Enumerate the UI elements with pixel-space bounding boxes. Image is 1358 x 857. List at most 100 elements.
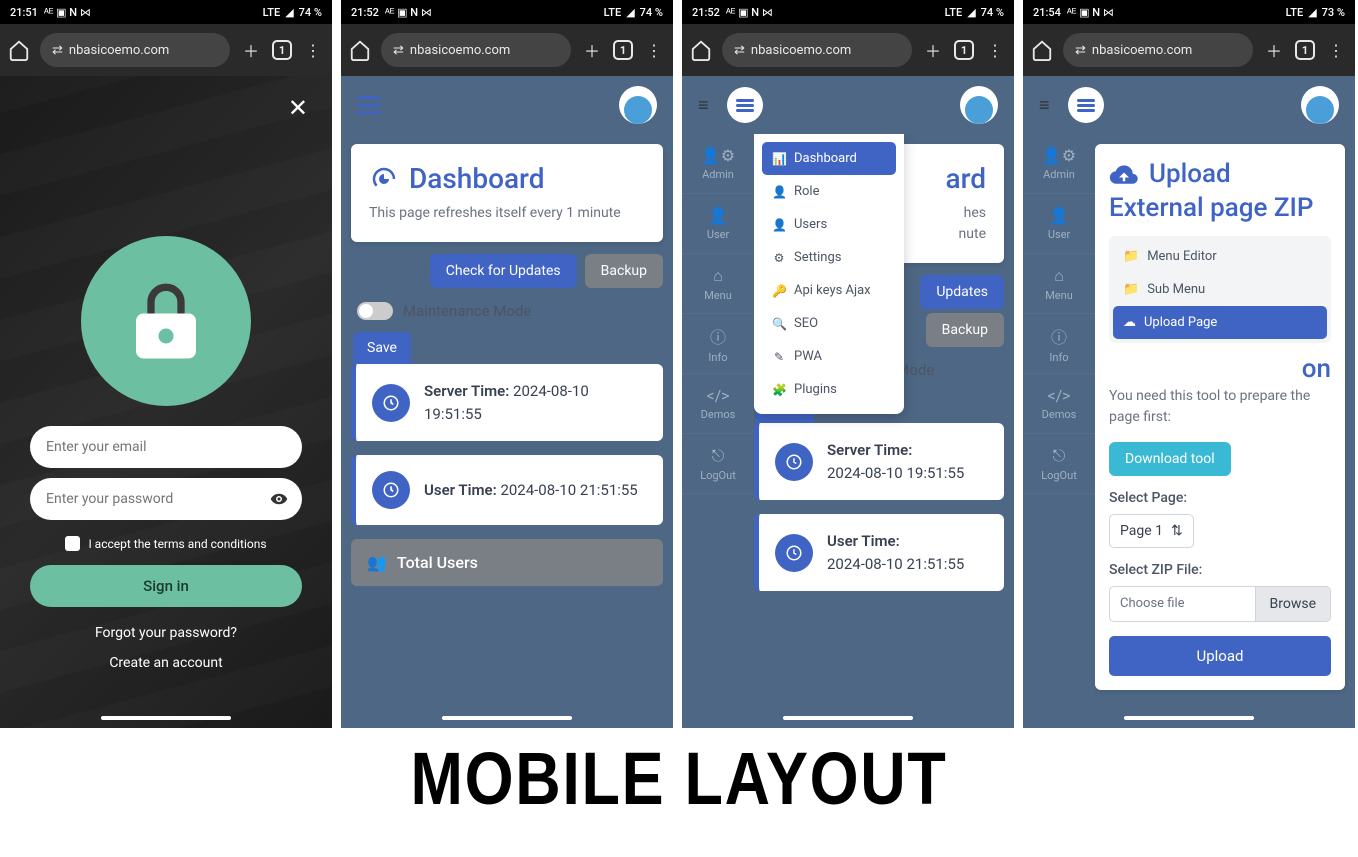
submenu-upload-page[interactable]: ☁Upload Page (1113, 306, 1327, 339)
terms-label: I accept the terms and conditions (88, 537, 266, 551)
home-icon[interactable] (8, 39, 30, 61)
lock-icon: ⇄ (52, 43, 63, 58)
avatar[interactable] (1301, 86, 1339, 124)
new-tab-icon[interactable]: ＋ (581, 39, 603, 61)
dropdown-users[interactable]: 👤Users (762, 208, 896, 241)
upload-button[interactable]: Upload (1109, 636, 1331, 676)
user-time-value: 2024-08-10 21:51:55 (500, 481, 637, 499)
user-icon: 👤 (772, 185, 786, 199)
dropdown-seo[interactable]: 🔍SEO (762, 307, 896, 340)
status-icons: ᴬᴱ ▣ N ⋈ (385, 6, 432, 19)
new-tab-icon[interactable]: ＋ (922, 39, 944, 61)
select-page-label: Select Page: (1109, 490, 1331, 506)
url-text: nbasicoemo.com (1092, 43, 1192, 58)
hamburger-icon[interactable] (357, 96, 381, 114)
email-field[interactable] (30, 426, 302, 468)
home-icon[interactable] (690, 39, 712, 61)
backup-button[interactable]: Backup (926, 313, 1004, 347)
save-button[interactable]: Save (353, 332, 411, 364)
dropdown-dashboard[interactable]: 📊Dashboard (762, 142, 896, 175)
clock-icon (775, 443, 813, 481)
home-icon: ⌂ (1054, 266, 1064, 286)
sidebar-item-demos[interactable]: </>Demos (682, 374, 754, 434)
sidebar-item-logout[interactable]: ⎋LogOut (682, 434, 754, 494)
hamburger-circle[interactable] (1068, 87, 1104, 123)
status-icons: ᴬᴱ ▣ N ⋈ (1067, 6, 1114, 19)
dashboard-desc: This page refreshes itself every 1 minut… (369, 203, 645, 224)
sidebar-item-menu[interactable]: ⌂Menu (682, 254, 754, 314)
hamburger-circle[interactable] (727, 87, 763, 123)
users-icon: 👥 (367, 553, 387, 572)
avatar[interactable] (619, 86, 657, 124)
menu-dropdown: 📁Menu Editor 📁Sub Menu ☁Upload Page (1109, 236, 1331, 343)
url-bar[interactable]: ⇄nbasicoemo.com (381, 33, 571, 67)
file-input[interactable]: Choose file (1109, 586, 1256, 622)
tabs-icon[interactable]: 1 (613, 40, 633, 60)
home-icon[interactable] (349, 39, 371, 61)
check-updates-button[interactable]: Check for Updates (430, 254, 577, 288)
image-caption: MOBILE LAYOUT (102, 736, 1256, 821)
page-select[interactable]: Page 1 ⇅ (1109, 514, 1194, 548)
status-icons: ᴬᴱ ▣ N ⋈ (44, 6, 91, 19)
dropdown-settings[interactable]: ⚙Settings (762, 241, 896, 274)
submenu-sub-menu[interactable]: 📁Sub Menu (1113, 273, 1327, 306)
admin-icon: 👤⚙ (701, 146, 735, 165)
url-bar[interactable]: ⇄nbasicoemo.com (722, 33, 912, 67)
menu-dots-icon[interactable]: ⋮ (302, 39, 324, 61)
download-tool-button[interactable]: Download tool (1109, 442, 1231, 476)
dropdown-apikeys[interactable]: 🔑Api keys Ajax (762, 274, 896, 307)
list-icon[interactable]: ≡ (698, 95, 709, 116)
logout-icon: ⎋ (712, 446, 725, 466)
check-updates-button[interactable]: Updates (920, 275, 1004, 309)
terms-checkbox[interactable] (65, 536, 80, 551)
status-time: 21:52 (692, 6, 720, 19)
forgot-link[interactable]: Forgot your password? (95, 625, 237, 641)
backup-button[interactable]: Backup (585, 254, 663, 288)
total-users-card: 👥 Total Users (351, 539, 663, 586)
upload-desc: You need this tool to prepare the page f… (1109, 386, 1331, 428)
sidebar-item-logout[interactable]: ⎋LogOut (1023, 434, 1095, 494)
eye-icon[interactable] (270, 490, 288, 508)
menu-dots-icon[interactable]: ⋮ (1325, 39, 1347, 61)
dropdown-plugins[interactable]: 🧩Plugins (762, 373, 896, 406)
home-icon[interactable] (1031, 39, 1053, 61)
logout-icon: ⎋ (1053, 446, 1066, 466)
sidebar-item-menu[interactable]: ⌂Menu (1023, 254, 1095, 314)
new-tab-icon[interactable]: ＋ (1263, 39, 1285, 61)
new-tab-icon[interactable]: ＋ (240, 39, 262, 61)
folder-icon: 📁 (1123, 249, 1139, 264)
dropdown-role[interactable]: 👤Role (762, 175, 896, 208)
user-icon: 👤 (708, 206, 728, 225)
url-bar[interactable]: ⇄ nbasicoemo.com (40, 33, 230, 67)
browse-button[interactable]: Browse (1256, 586, 1331, 622)
code-icon: </> (1047, 386, 1070, 405)
dropdown-pwa[interactable]: ✎PWA (762, 340, 896, 373)
url-bar[interactable]: ⇄nbasicoemo.com (1063, 33, 1253, 67)
terms-row[interactable]: I accept the terms and conditions (65, 536, 266, 551)
create-account-link[interactable]: Create an account (109, 655, 222, 671)
avatar[interactable] (960, 86, 998, 124)
tabs-icon[interactable]: 1 (954, 40, 974, 60)
menu-dots-icon[interactable]: ⋮ (643, 39, 665, 61)
sidebar-item-user[interactable]: 👤User (1023, 194, 1095, 254)
signin-button[interactable]: Sign in (30, 565, 302, 607)
password-field[interactable] (30, 478, 302, 520)
code-icon: </> (706, 386, 729, 405)
list-icon[interactable]: ≡ (1039, 95, 1050, 116)
user-time-value: 2024-08-10 21:51:55 (827, 555, 964, 573)
tabs-icon[interactable]: 1 (1295, 40, 1315, 60)
submenu-menu-editor[interactable]: 📁Menu Editor (1113, 240, 1327, 273)
status-bar: 21:51 ᴬᴱ ▣ N ⋈ LTE ◢ 74 % (0, 0, 332, 24)
sidebar-item-admin[interactable]: 👤⚙Admin (682, 134, 754, 194)
sidebar-item-user[interactable]: 👤User (682, 194, 754, 254)
phone-menu: 21:52ᴬᴱ ▣ N ⋈ LTE◢74 % ⇄nbasicoemo.com ＋… (682, 0, 1014, 728)
sidebar-item-demos[interactable]: </>Demos (1023, 374, 1095, 434)
close-icon[interactable]: ✕ (288, 94, 308, 122)
maintenance-toggle[interactable] (357, 302, 393, 320)
sidebar-item-admin[interactable]: 👤⚙Admin (1023, 134, 1095, 194)
search-icon: 🔍 (772, 317, 786, 331)
sidebar-item-info[interactable]: ⓘInfo (1023, 314, 1095, 374)
menu-dots-icon[interactable]: ⋮ (984, 39, 1006, 61)
sidebar-item-info[interactable]: ⓘInfo (682, 314, 754, 374)
tabs-icon[interactable]: 1 (272, 40, 292, 60)
